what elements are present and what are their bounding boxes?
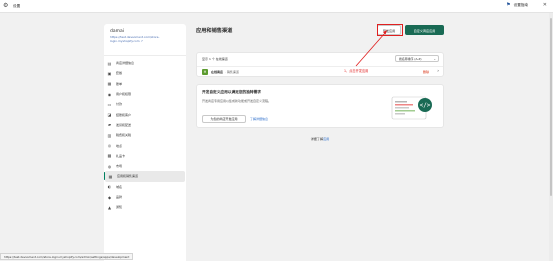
- sidebar-item-label: 用户和权限: [116, 92, 132, 97]
- sidebar-item-notifications[interactable]: ▲ 通知: [104, 202, 186, 212]
- footer-apps-link[interactable]: 应用: [323, 137, 329, 141]
- sidebar-item-label: 发货和配送: [116, 122, 132, 127]
- sidebar-item-label: 套餐: [116, 71, 123, 76]
- sidebar-item-label: 市场: [116, 164, 123, 169]
- user-icon: ◉: [107, 91, 112, 97]
- annotation-arrow: [355, 30, 387, 67]
- code-illustration-icon: </>: [391, 96, 432, 120]
- shipping-icon: ▰: [107, 122, 112, 128]
- sidebar-item-label: 通知: [116, 205, 123, 210]
- footer-text: 详细了解: [310, 137, 324, 141]
- sidebar-item-label: 域名: [116, 184, 123, 189]
- learn-more-link[interactable]: 了解详细信息: [250, 117, 268, 121]
- app-type: · 销售渠道: [225, 70, 239, 74]
- domain-icon: ◐: [107, 184, 112, 190]
- settings-menu: ▤ 商店详细信息 ▣ 套餐 ▦ 账单 ◉ 用户和权限 ▭ 付款 ◪ 结账和客户 ▰ 发货和配送…: [104, 58, 186, 212]
- sidebar-item-label: 账单: [116, 81, 123, 86]
- channel-count: 显示 1 个 在线渠道: [202, 57, 228, 61]
- sidebar-item-locations[interactable]: ◎ 地点: [104, 140, 186, 150]
- sidebar-item-shipping[interactable]: ▰ 发货和配送: [104, 120, 186, 130]
- sidebar-item-label: 付款: [116, 102, 123, 107]
- brand-icon: ◆: [107, 194, 112, 200]
- develop-app-button[interactable]: 为您的商店开发应用: [202, 115, 246, 123]
- card-title: 开发自定义应用以满足您的独特需求: [202, 90, 261, 94]
- gift-icon: ▩: [107, 153, 112, 159]
- top-bar: ⚙ 设置 ⚑ 设置指南 ✕: [0, 0, 553, 13]
- sidebar-item-apps[interactable]: ▦ 应用和销售渠道: [104, 171, 185, 182]
- page-title: 应用和销售渠道: [196, 28, 233, 34]
- online-store-icon: H: [202, 69, 208, 75]
- flag-icon: ⚑: [506, 2, 511, 8]
- footer-help: 详细了解应用: [196, 136, 444, 141]
- store-name: damai: [110, 29, 125, 34]
- sidebar-item-plan[interactable]: ▣ 套餐: [104, 68, 186, 78]
- card-description: 开发商店专用应用以集成新功能或开发自定义流程。: [202, 99, 272, 103]
- store-info: damai https://test.devsoment.com/store-l…: [104, 24, 186, 56]
- sidebar-item-markets[interactable]: ◍ 市场: [104, 161, 186, 171]
- status-bar-url: https://test.devsoment.com/store-login.m…: [0, 253, 134, 260]
- sidebar-item-label: 结账和客户: [116, 112, 132, 117]
- apps-icon: ▦: [108, 173, 113, 179]
- billing-icon: ▦: [107, 81, 112, 87]
- app-name: 在线商店: [211, 70, 224, 74]
- annotation-text: 1、点击开发应用: [344, 69, 369, 73]
- svg-text:</>: </>: [420, 102, 431, 109]
- sidebar-item-label: 地点: [116, 143, 123, 148]
- scrollbar-thumb[interactable]: [550, 18, 552, 196]
- sidebar-item-store-details[interactable]: ▤ 商店详细信息: [104, 58, 186, 68]
- store-url-link[interactable]: https://test.devsoment.com/store-login.m…: [110, 35, 180, 43]
- bell-icon: ▲: [107, 204, 112, 210]
- market-icon: ◍: [107, 163, 112, 169]
- sales-channels-card: 显示 1 个 在线渠道 按名称排序 (A-Z) ⌄ H 在线商店 · 销售渠道 …: [196, 52, 444, 77]
- store-icon: ▤: [107, 60, 112, 66]
- setup-guide-button[interactable]: ⚑ 设置指南: [506, 3, 528, 8]
- highlight-box: [377, 24, 403, 36]
- sidebar-item-billing[interactable]: ▦ 账单: [104, 79, 186, 89]
- custom-app-card: 开发自定义应用以满足您的独特需求 开发商店专用应用以集成新功能或开发自定义流程。…: [196, 84, 444, 128]
- tax-icon: ▥: [107, 132, 112, 138]
- sidebar-item-label: 税费和关税: [116, 133, 132, 138]
- sidebar-item-label: 品牌: [116, 195, 123, 199]
- checkout-icon: ◪: [107, 112, 112, 118]
- setup-guide-label: 设置指南: [513, 3, 528, 7]
- page-header-title: 设置: [13, 3, 21, 8]
- gear-icon: ⚙: [3, 2, 9, 9]
- sort-label: 按名称排序 (A-Z): [399, 56, 422, 61]
- sidebar-item-brand[interactable]: ◆ 品牌: [104, 192, 186, 202]
- chevron-right-icon[interactable]: ›: [437, 69, 439, 74]
- settings-sidebar: damai https://test.devsoment.com/store-l…: [104, 24, 186, 261]
- create-custom-app-button[interactable]: 自定义商店应用: [405, 25, 444, 35]
- list-item[interactable]: H 在线商店 · 销售渠道 删除 ›: [197, 66, 443, 77]
- sidebar-item-taxes[interactable]: ▥ 税费和关税: [104, 130, 186, 140]
- payment-icon: ▭: [107, 101, 112, 107]
- delete-button[interactable]: 删除: [423, 70, 429, 74]
- sidebar-item-checkout[interactable]: ◪ 结账和客户: [104, 109, 186, 119]
- sidebar-item-gift-cards[interactable]: ▩ 礼品卡: [104, 151, 186, 161]
- sidebar-item-users[interactable]: ◉ 用户和权限: [104, 89, 186, 99]
- location-icon: ◎: [107, 143, 112, 149]
- sidebar-item-payments[interactable]: ▭ 付款: [104, 99, 186, 109]
- sidebar-item-domains[interactable]: ◐ 域名: [104, 182, 186, 192]
- close-icon[interactable]: ✕: [543, 3, 547, 8]
- sort-select[interactable]: 按名称排序 (A-Z) ⌄: [395, 55, 439, 62]
- sidebar-item-label: 应用和销售渠道: [117, 174, 139, 179]
- sidebar-item-label: 礼品卡: [116, 153, 126, 158]
- sidebar-item-label: 商店详细信息: [116, 61, 135, 66]
- chevron-down-icon: ⌄: [433, 57, 436, 61]
- plan-icon: ▣: [107, 70, 112, 76]
